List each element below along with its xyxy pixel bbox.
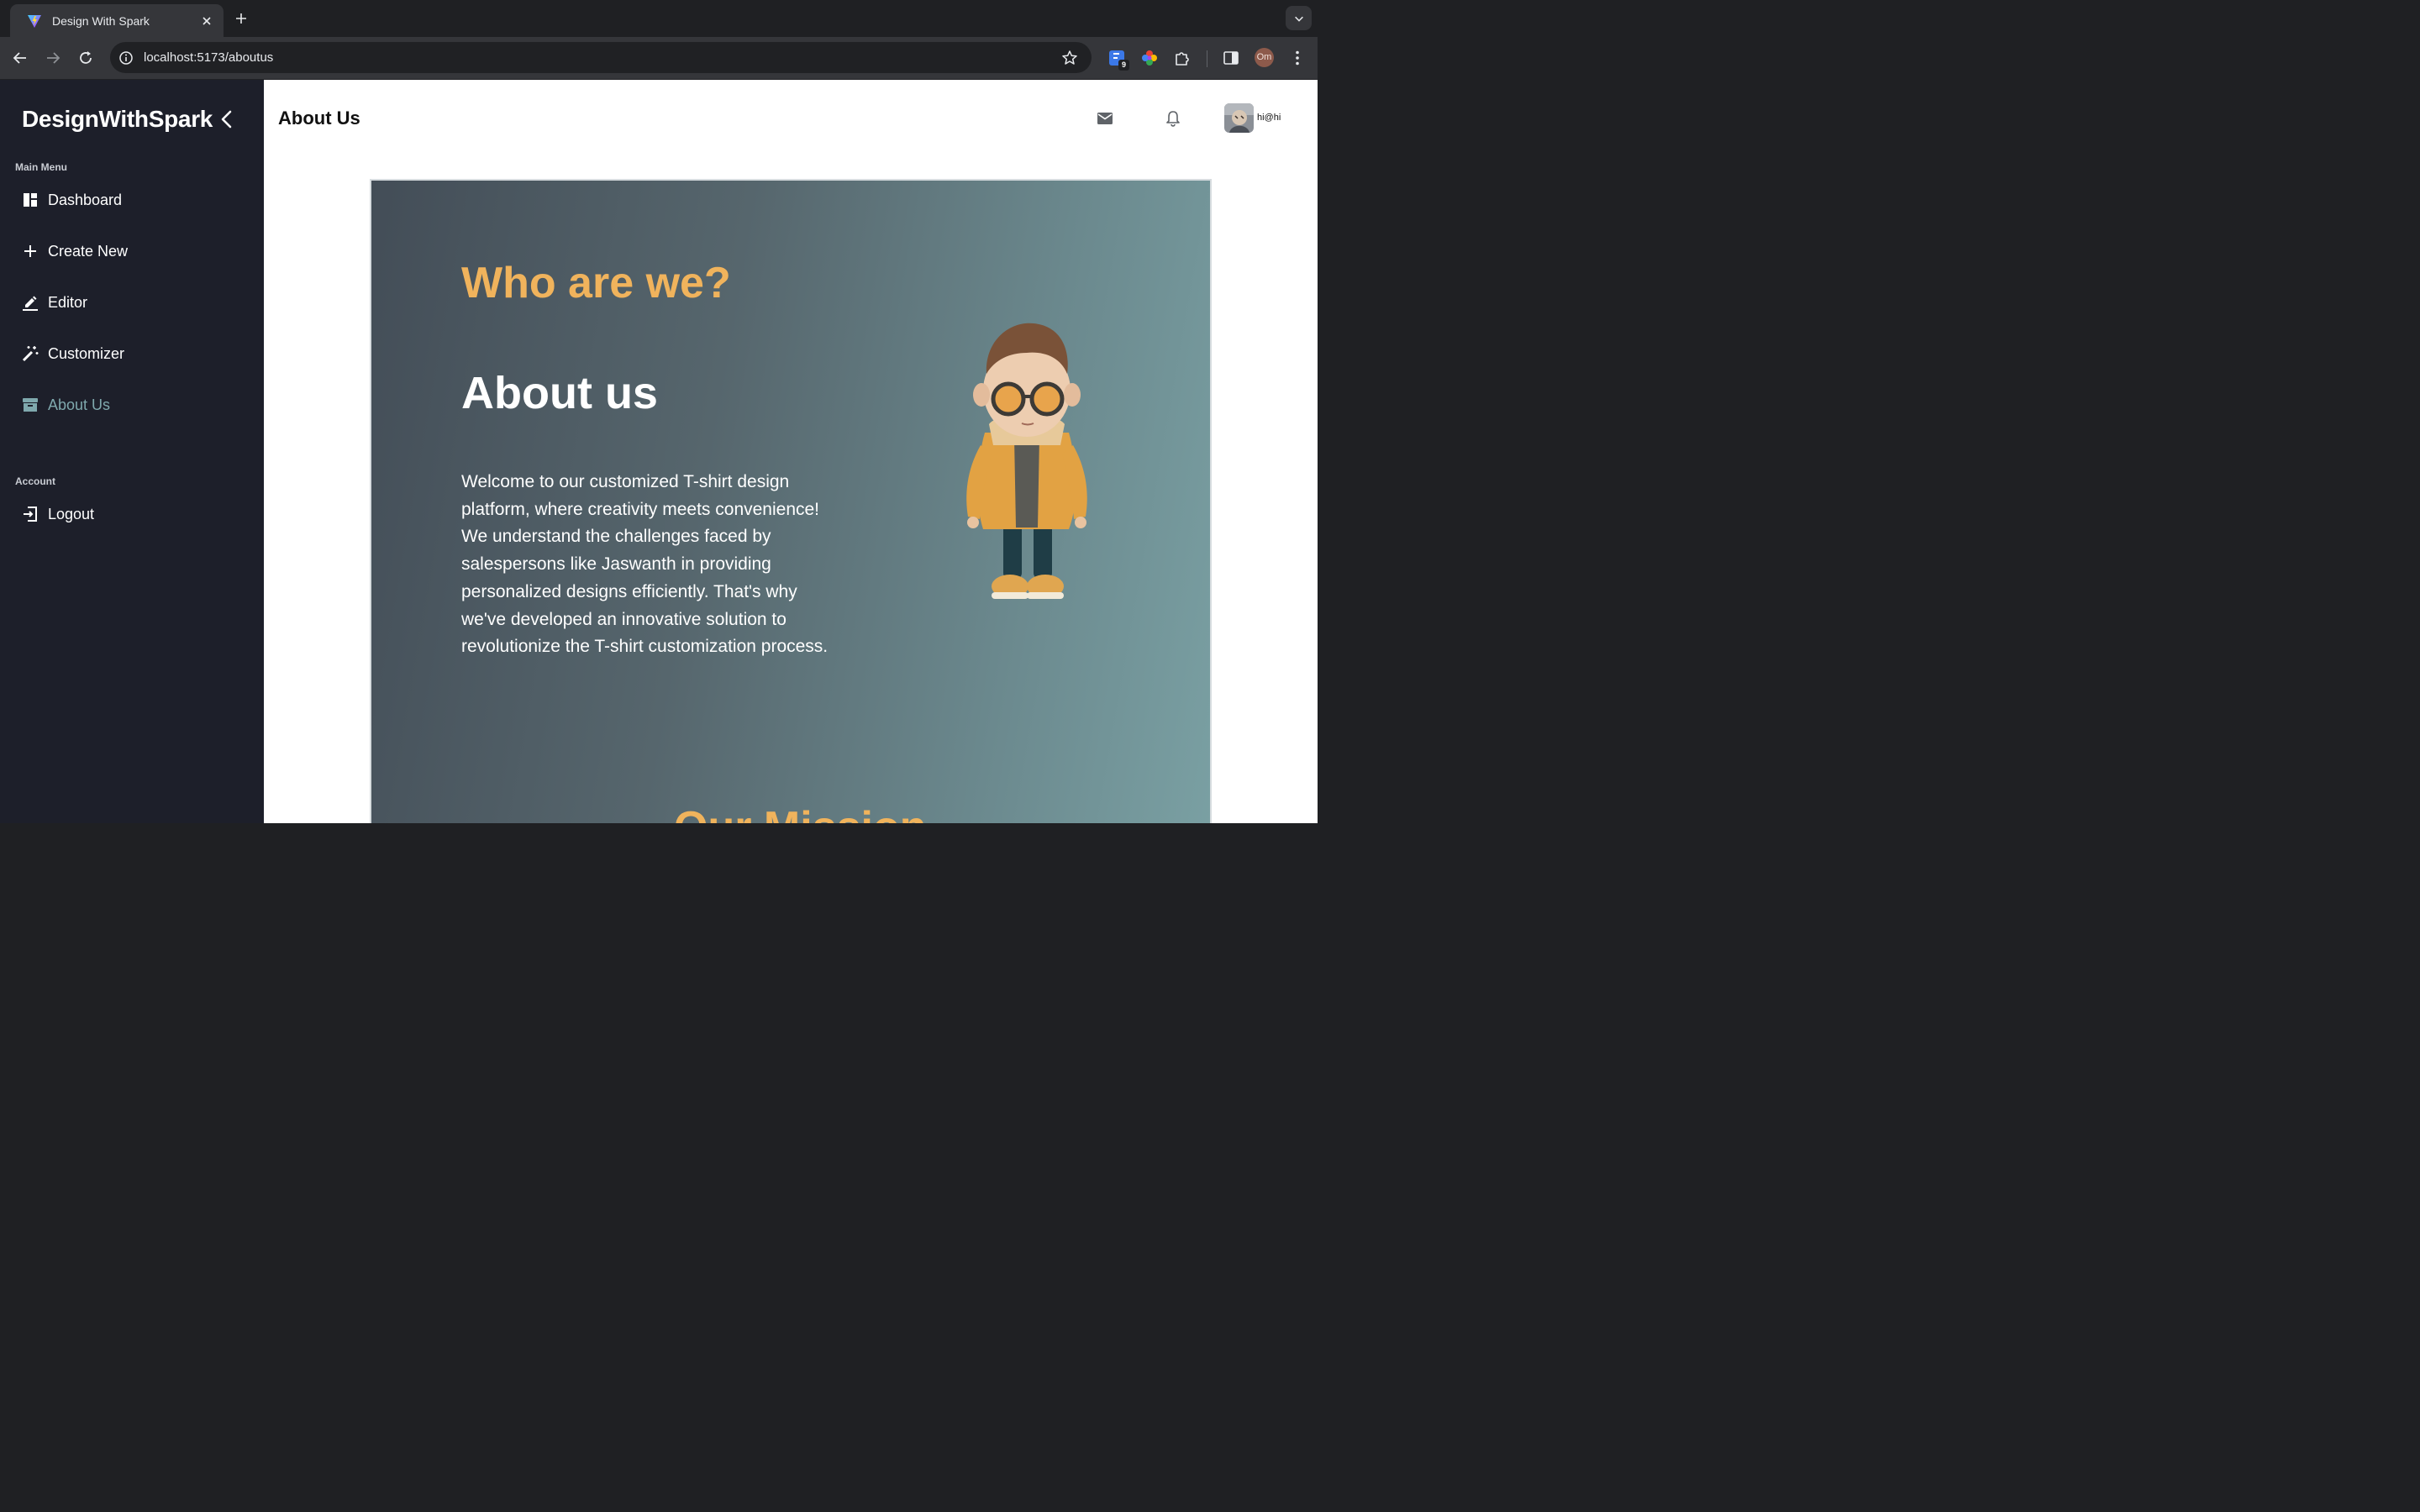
avatar[interactable] bbox=[1224, 103, 1254, 133]
new-tab-icon[interactable] bbox=[233, 10, 250, 27]
collapse-sidebar-icon[interactable] bbox=[218, 109, 236, 129]
main-menu-label: Main Menu bbox=[15, 161, 67, 173]
page-title: About Us bbox=[278, 108, 360, 129]
user-email[interactable]: hi@hi bbox=[1257, 113, 1281, 123]
address-bar[interactable]: localhost:5173/aboutus bbox=[110, 42, 1092, 73]
sidebar-item-label: Create New bbox=[48, 242, 129, 260]
sidebar: DesignWithSpark Main Menu Dashboard Crea… bbox=[0, 80, 264, 823]
magic-wand-icon bbox=[22, 345, 39, 362]
brand-logo[interactable]: DesignWithSpark bbox=[22, 106, 213, 133]
archive-icon bbox=[22, 396, 39, 413]
sidebar-item-label: Customizer bbox=[48, 344, 125, 362]
hero-question: Who are we? bbox=[461, 259, 731, 307]
browser-tab[interactable]: Design With Spark bbox=[10, 4, 224, 37]
extensions-puzzle-icon[interactable] bbox=[1173, 49, 1192, 67]
vite-favicon-icon bbox=[27, 13, 42, 29]
sidebar-item-label: About Us bbox=[48, 396, 111, 413]
bell-icon[interactable] bbox=[1164, 109, 1182, 128]
hero-heading: About us bbox=[461, 368, 658, 418]
sidebar-item-customizer[interactable]: Customizer bbox=[22, 341, 124, 366]
dashboard-icon bbox=[22, 192, 39, 208]
hero-paragraph: Welcome to our customized T-shirt design… bbox=[461, 472, 829, 657]
sidebar-item-label: Dashboard bbox=[48, 191, 123, 208]
browser-tabstrip: Design With Spark bbox=[0, 0, 1318, 37]
logout-icon bbox=[22, 506, 39, 522]
sidebar-item-label: Editor bbox=[48, 293, 88, 311]
about-hero-card: Who are we? About us Welcome to our cust… bbox=[370, 179, 1212, 823]
forward-icon[interactable] bbox=[44, 49, 62, 67]
character-illustration bbox=[966, 323, 1087, 599]
bookmark-star-icon[interactable] bbox=[1061, 50, 1078, 66]
url-text[interactable]: localhost:5173/aboutus bbox=[144, 50, 1061, 65]
account-label: Account bbox=[15, 475, 55, 487]
plus-icon bbox=[22, 243, 39, 260]
sidebar-item-about-us[interactable]: About Us bbox=[22, 392, 110, 417]
sidebar-item-editor[interactable]: Editor bbox=[22, 290, 87, 315]
reload-icon[interactable] bbox=[76, 49, 95, 67]
main-content: About Us hi@hi Who are we? About us Welc… bbox=[264, 80, 1318, 823]
sidebar-item-label: Logout bbox=[48, 505, 95, 522]
sidebar-item-dashboard[interactable]: Dashboard bbox=[22, 187, 122, 213]
sidebar-item-create-new[interactable]: Create New bbox=[22, 239, 128, 264]
extension-badge: 9 bbox=[1118, 60, 1129, 71]
more-menu-icon[interactable] bbox=[1288, 49, 1307, 67]
back-icon[interactable] bbox=[11, 49, 29, 67]
tab-search-button[interactable] bbox=[1286, 6, 1312, 30]
sidebar-item-logout[interactable]: Logout bbox=[22, 501, 94, 527]
extension-icon[interactable]: 9 bbox=[1107, 49, 1129, 71]
close-tab-icon[interactable] bbox=[200, 14, 213, 28]
site-info-icon[interactable] bbox=[118, 50, 134, 66]
color-picker-extension-icon[interactable] bbox=[1140, 49, 1159, 67]
tab-title: Design With Spark bbox=[52, 13, 150, 28]
profile-avatar[interactable]: Om bbox=[1255, 48, 1274, 67]
edit-icon bbox=[22, 294, 39, 311]
side-panel-icon[interactable] bbox=[1222, 49, 1240, 67]
mission-heading: Our Mission bbox=[674, 802, 926, 823]
mail-icon[interactable] bbox=[1096, 109, 1114, 128]
browser-toolbar: localhost:5173/aboutus 9 bbox=[0, 37, 1318, 80]
chevron-down-icon bbox=[1294, 16, 1303, 22]
